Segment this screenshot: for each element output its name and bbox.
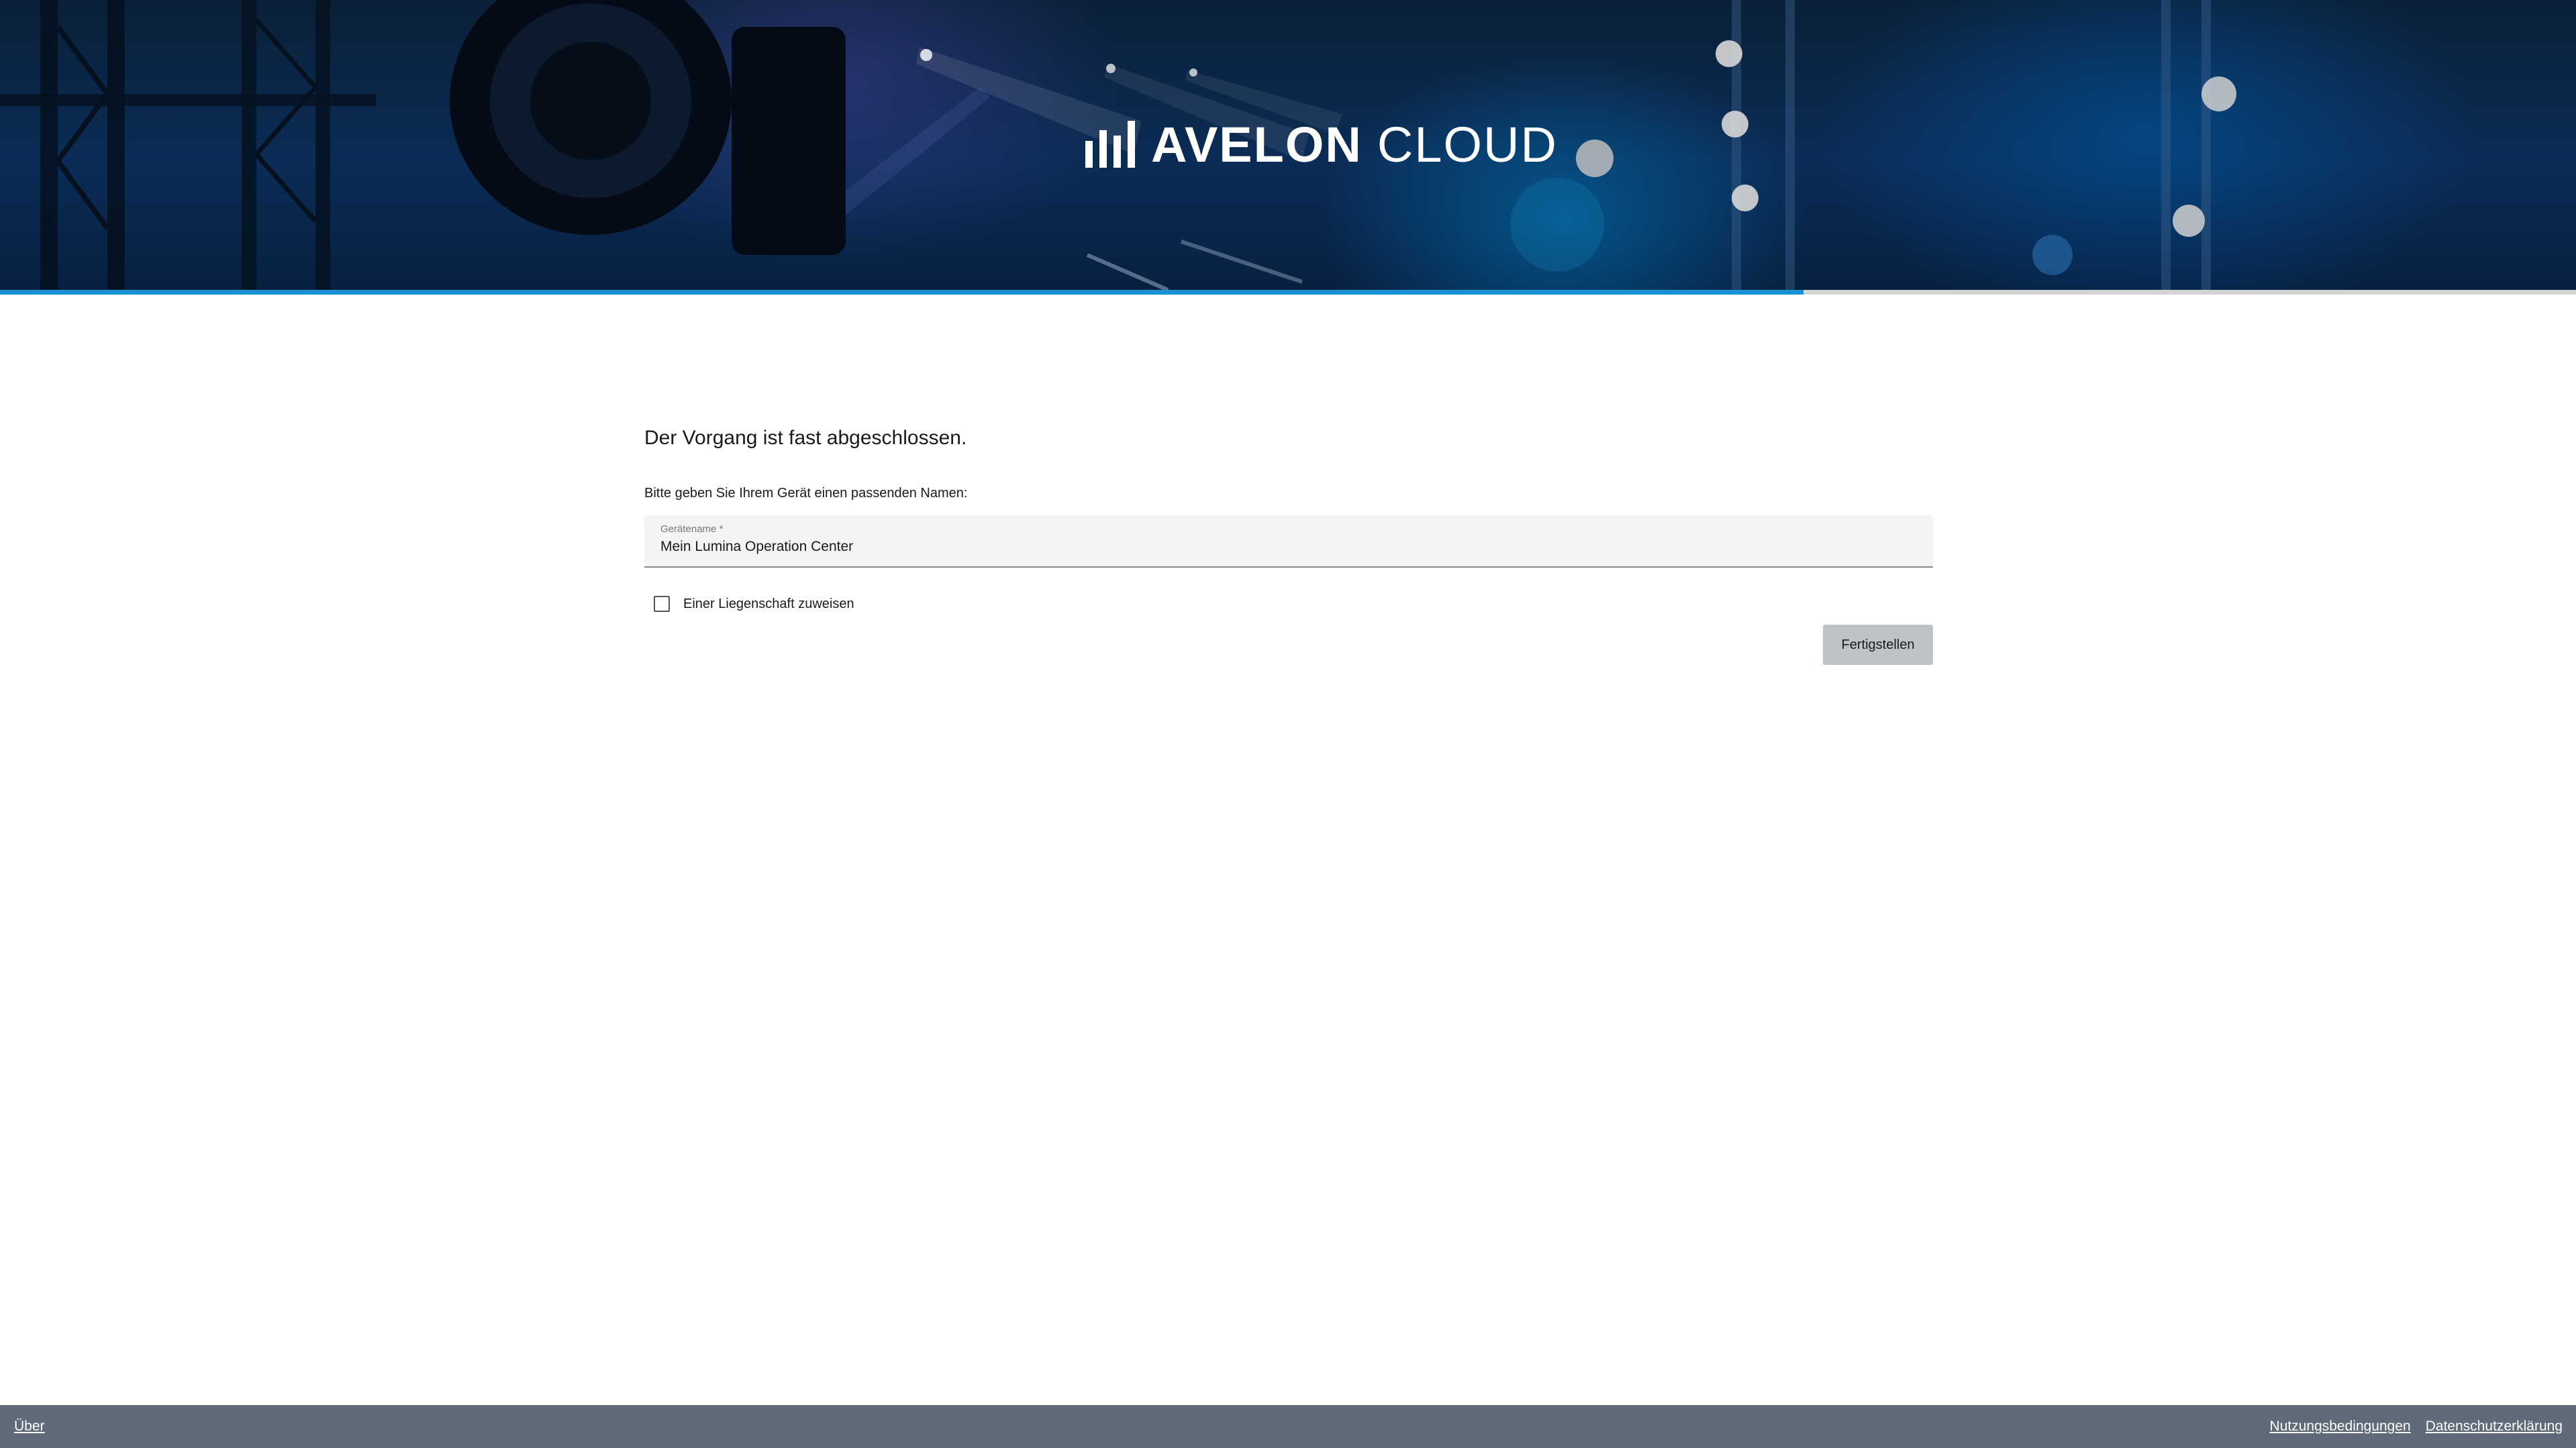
finish-button[interactable]: Fertigstellen [1823, 625, 1933, 665]
device-name-label: Gerätename * [660, 523, 724, 535]
device-name-field[interactable]: Gerätename * [644, 515, 1933, 568]
setup-progress-fill [0, 290, 1803, 295]
footer: Über Nutzungsbedingungen Datenschutzerkl… [0, 1405, 2576, 1448]
page-title: Der Vorgang ist fast abgeschlossen. [644, 427, 967, 449]
setup-progress-bar [0, 290, 2576, 295]
avelon-cloud-logo: AVELON CLOUD [1085, 117, 1558, 172]
privacy-policy-link[interactable]: Datenschutzerklärung [2426, 1418, 2563, 1435]
logo-wordmark: AVELON CLOUD [1151, 116, 1558, 173]
terms-of-use-link[interactable]: Nutzungsbedingungen [2270, 1418, 2411, 1435]
footer-legal-links: Nutzungsbedingungen Datenschutzerklärung [2255, 1418, 2563, 1435]
logo-text-strong: AVELON [1151, 116, 1363, 172]
page: AVELON CLOUD Der Vorgang ist fast abgesc… [0, 0, 2576, 1448]
device-name-input[interactable] [660, 535, 1909, 558]
device-name-instruction: Bitte geben Sie Ihrem Gerät einen passen… [644, 486, 968, 501]
about-link[interactable]: Über [14, 1418, 45, 1435]
header-banner: AVELON CLOUD [0, 0, 2576, 290]
assign-property-label: Einer Liegenschaft zuweisen [683, 596, 854, 611]
assign-property-checkbox[interactable] [654, 596, 670, 612]
assign-property-option[interactable]: Einer Liegenschaft zuweisen [654, 596, 854, 612]
bar-chart-logo-icon [1085, 121, 1135, 168]
logo-text-light: CLOUD [1377, 116, 1558, 172]
